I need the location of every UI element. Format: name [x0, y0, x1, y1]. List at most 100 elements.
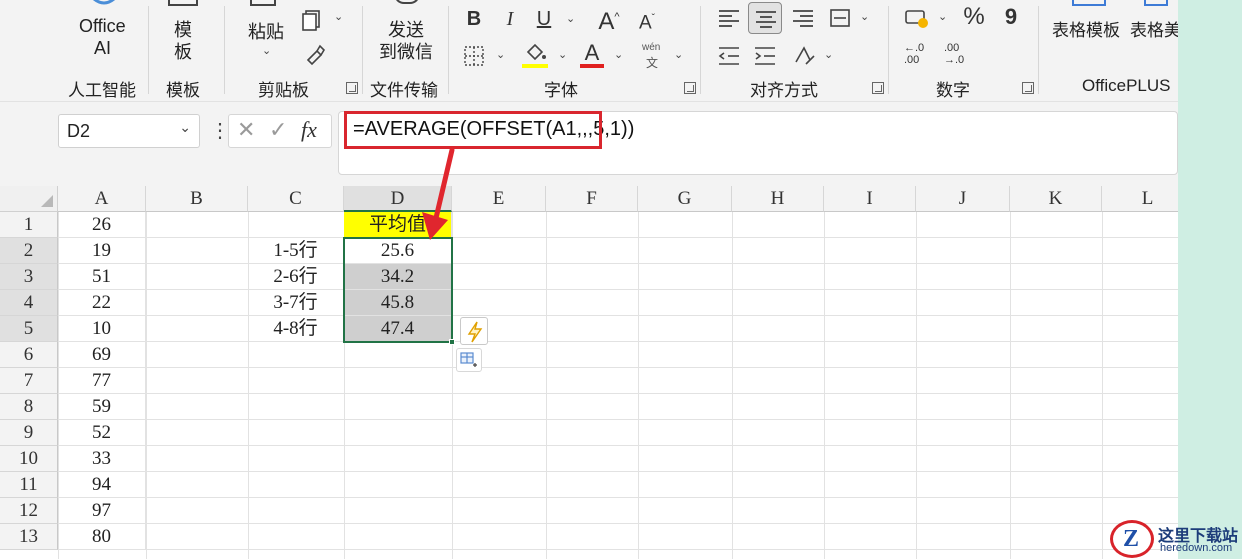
currency-format-button[interactable]: ⌄: [904, 6, 954, 32]
name-box[interactable]: D2 ⌄: [58, 114, 200, 148]
row-header-4[interactable]: 4: [0, 290, 58, 316]
column-header-f[interactable]: F: [546, 186, 638, 212]
row-header-3[interactable]: 3: [0, 264, 58, 290]
cell-a5[interactable]: 10: [58, 316, 146, 342]
row-header-13[interactable]: 13: [0, 524, 58, 550]
align-left-button[interactable]: [716, 6, 742, 30]
align-center-button[interactable]: [748, 2, 782, 34]
fill-color-swatch: [522, 64, 548, 68]
table-beauty-button[interactable]: 表格美: [1130, 0, 1178, 40]
format-painter-button[interactable]: [300, 40, 330, 68]
row-header-7[interactable]: 7: [0, 368, 58, 394]
flash-fill-button[interactable]: [460, 317, 488, 345]
copy-button[interactable]: ⌄: [298, 6, 350, 32]
font-launcher-icon[interactable]: [684, 82, 696, 94]
column-header-k[interactable]: K: [1010, 186, 1102, 212]
phonetic-dropdown-icon: ⌄: [674, 49, 684, 61]
table-template-label: 表格模板: [1052, 21, 1120, 40]
cell-a4[interactable]: 22: [58, 290, 146, 316]
table-template-button[interactable]: 表格模板: [1052, 0, 1124, 40]
template-button[interactable]: 模 板: [164, 0, 204, 66]
group-label-number: 数字: [936, 81, 970, 100]
cell-a11[interactable]: 94: [58, 472, 146, 498]
column-header-c[interactable]: C: [248, 186, 344, 212]
cell-a6[interactable]: 69: [58, 342, 146, 368]
cancel-icon[interactable]: ✕: [237, 117, 255, 143]
template-label-line2: 板: [174, 42, 192, 62]
italic-button[interactable]: I: [498, 6, 522, 32]
orientation-dropdown-icon: ⌄: [824, 49, 834, 61]
auto-fill-options-button[interactable]: [456, 348, 482, 372]
number-launcher-icon[interactable]: [1022, 82, 1034, 94]
cell-c5[interactable]: 4-8行: [248, 316, 344, 342]
comma-style-button[interactable]: 9: [1000, 4, 1022, 30]
decrease-decimal-button[interactable]: .00 →.0: [944, 42, 974, 66]
column-header-j[interactable]: J: [916, 186, 1010, 212]
column-header-g[interactable]: G: [638, 186, 732, 212]
fill-color-button[interactable]: ⌄: [520, 40, 570, 70]
column-header-h[interactable]: H: [732, 186, 824, 212]
merge-center-icon: [830, 9, 850, 27]
cell-a13[interactable]: 80: [58, 524, 146, 550]
row-header-6[interactable]: 6: [0, 342, 58, 368]
cell-a9[interactable]: 52: [58, 420, 146, 446]
column-header-i[interactable]: I: [824, 186, 916, 212]
increase-decimal-button[interactable]: ←.0 .00: [904, 42, 934, 66]
paste-icon: [250, 0, 276, 6]
bold-button[interactable]: B: [462, 6, 486, 32]
cell-a3[interactable]: 51: [58, 264, 146, 290]
office-ai-icon: [93, 0, 115, 5]
shrink-font-button[interactable]: Aˇ: [634, 6, 660, 36]
row-header-5[interactable]: 5: [0, 316, 58, 342]
row-header-10[interactable]: 10: [0, 446, 58, 472]
row-header-9[interactable]: 9: [0, 420, 58, 446]
decrease-indent-button[interactable]: [716, 44, 742, 68]
row-header-11[interactable]: 11: [0, 472, 58, 498]
clipboard-launcher-icon[interactable]: [346, 82, 358, 94]
underline-dropdown-icon[interactable]: ⌄: [566, 12, 575, 25]
fill-handle[interactable]: [449, 339, 455, 345]
increase-indent-button[interactable]: [752, 44, 778, 68]
name-box-dropdown-icon[interactable]: ⌄: [179, 119, 191, 136]
merge-center-button[interactable]: ⌄: [826, 4, 876, 32]
cell-a1[interactable]: 26: [58, 212, 146, 238]
column-header-l[interactable]: L: [1102, 186, 1178, 212]
cell-a10[interactable]: 33: [58, 446, 146, 472]
column-lines: [916, 212, 917, 559]
row-header-12[interactable]: 12: [0, 498, 58, 524]
font-color-button[interactable]: A ⌄: [578, 40, 628, 70]
orientation-button[interactable]: ⌄: [790, 42, 840, 70]
copy-icon: [302, 10, 320, 31]
column-header-a[interactable]: A: [58, 186, 146, 212]
cell-a7[interactable]: 77: [58, 368, 146, 394]
cell-c4[interactable]: 3-7行: [248, 290, 344, 316]
select-all-corner[interactable]: [0, 186, 58, 212]
cell-a12[interactable]: 97: [58, 498, 146, 524]
enter-icon[interactable]: ✓: [269, 117, 287, 143]
office-ai-button[interactable]: Office AI: [70, 0, 138, 66]
cell-a8[interactable]: 59: [58, 394, 146, 420]
insert-function-icon[interactable]: fx: [301, 117, 317, 143]
grow-font-button[interactable]: A^: [594, 4, 624, 35]
row-header-1[interactable]: 1: [0, 212, 58, 238]
cell-c3[interactable]: 2-6行: [248, 264, 344, 290]
percent-button[interactable]: %: [960, 4, 988, 30]
phonetic-button[interactable]: wén 文 ⌄: [636, 40, 688, 70]
office-ai-label-line2: AI: [94, 38, 112, 58]
merge-dropdown-icon: ⌄: [860, 11, 870, 23]
column-header-b[interactable]: B: [146, 186, 248, 212]
send-to-wechat-button[interactable]: 发送 到微信: [376, 0, 440, 66]
column-lines: [638, 212, 639, 559]
office-ai-label-line1: Office: [79, 16, 126, 36]
row-header-8[interactable]: 8: [0, 394, 58, 420]
borders-button[interactable]: ⌄: [460, 42, 510, 70]
paste-button[interactable]: 粘贴 ⌄: [244, 0, 288, 66]
underline-button[interactable]: U: [532, 6, 556, 32]
row-header-2[interactable]: 2: [0, 238, 58, 264]
align-right-button[interactable]: [790, 6, 816, 30]
alignment-launcher-icon[interactable]: [872, 82, 884, 94]
more-options-icon[interactable]: ⋮: [210, 118, 230, 143]
cell-c2[interactable]: 1-5行: [248, 238, 344, 264]
shrink-font-label: A: [638, 12, 652, 34]
cell-a2[interactable]: 19: [58, 238, 146, 264]
